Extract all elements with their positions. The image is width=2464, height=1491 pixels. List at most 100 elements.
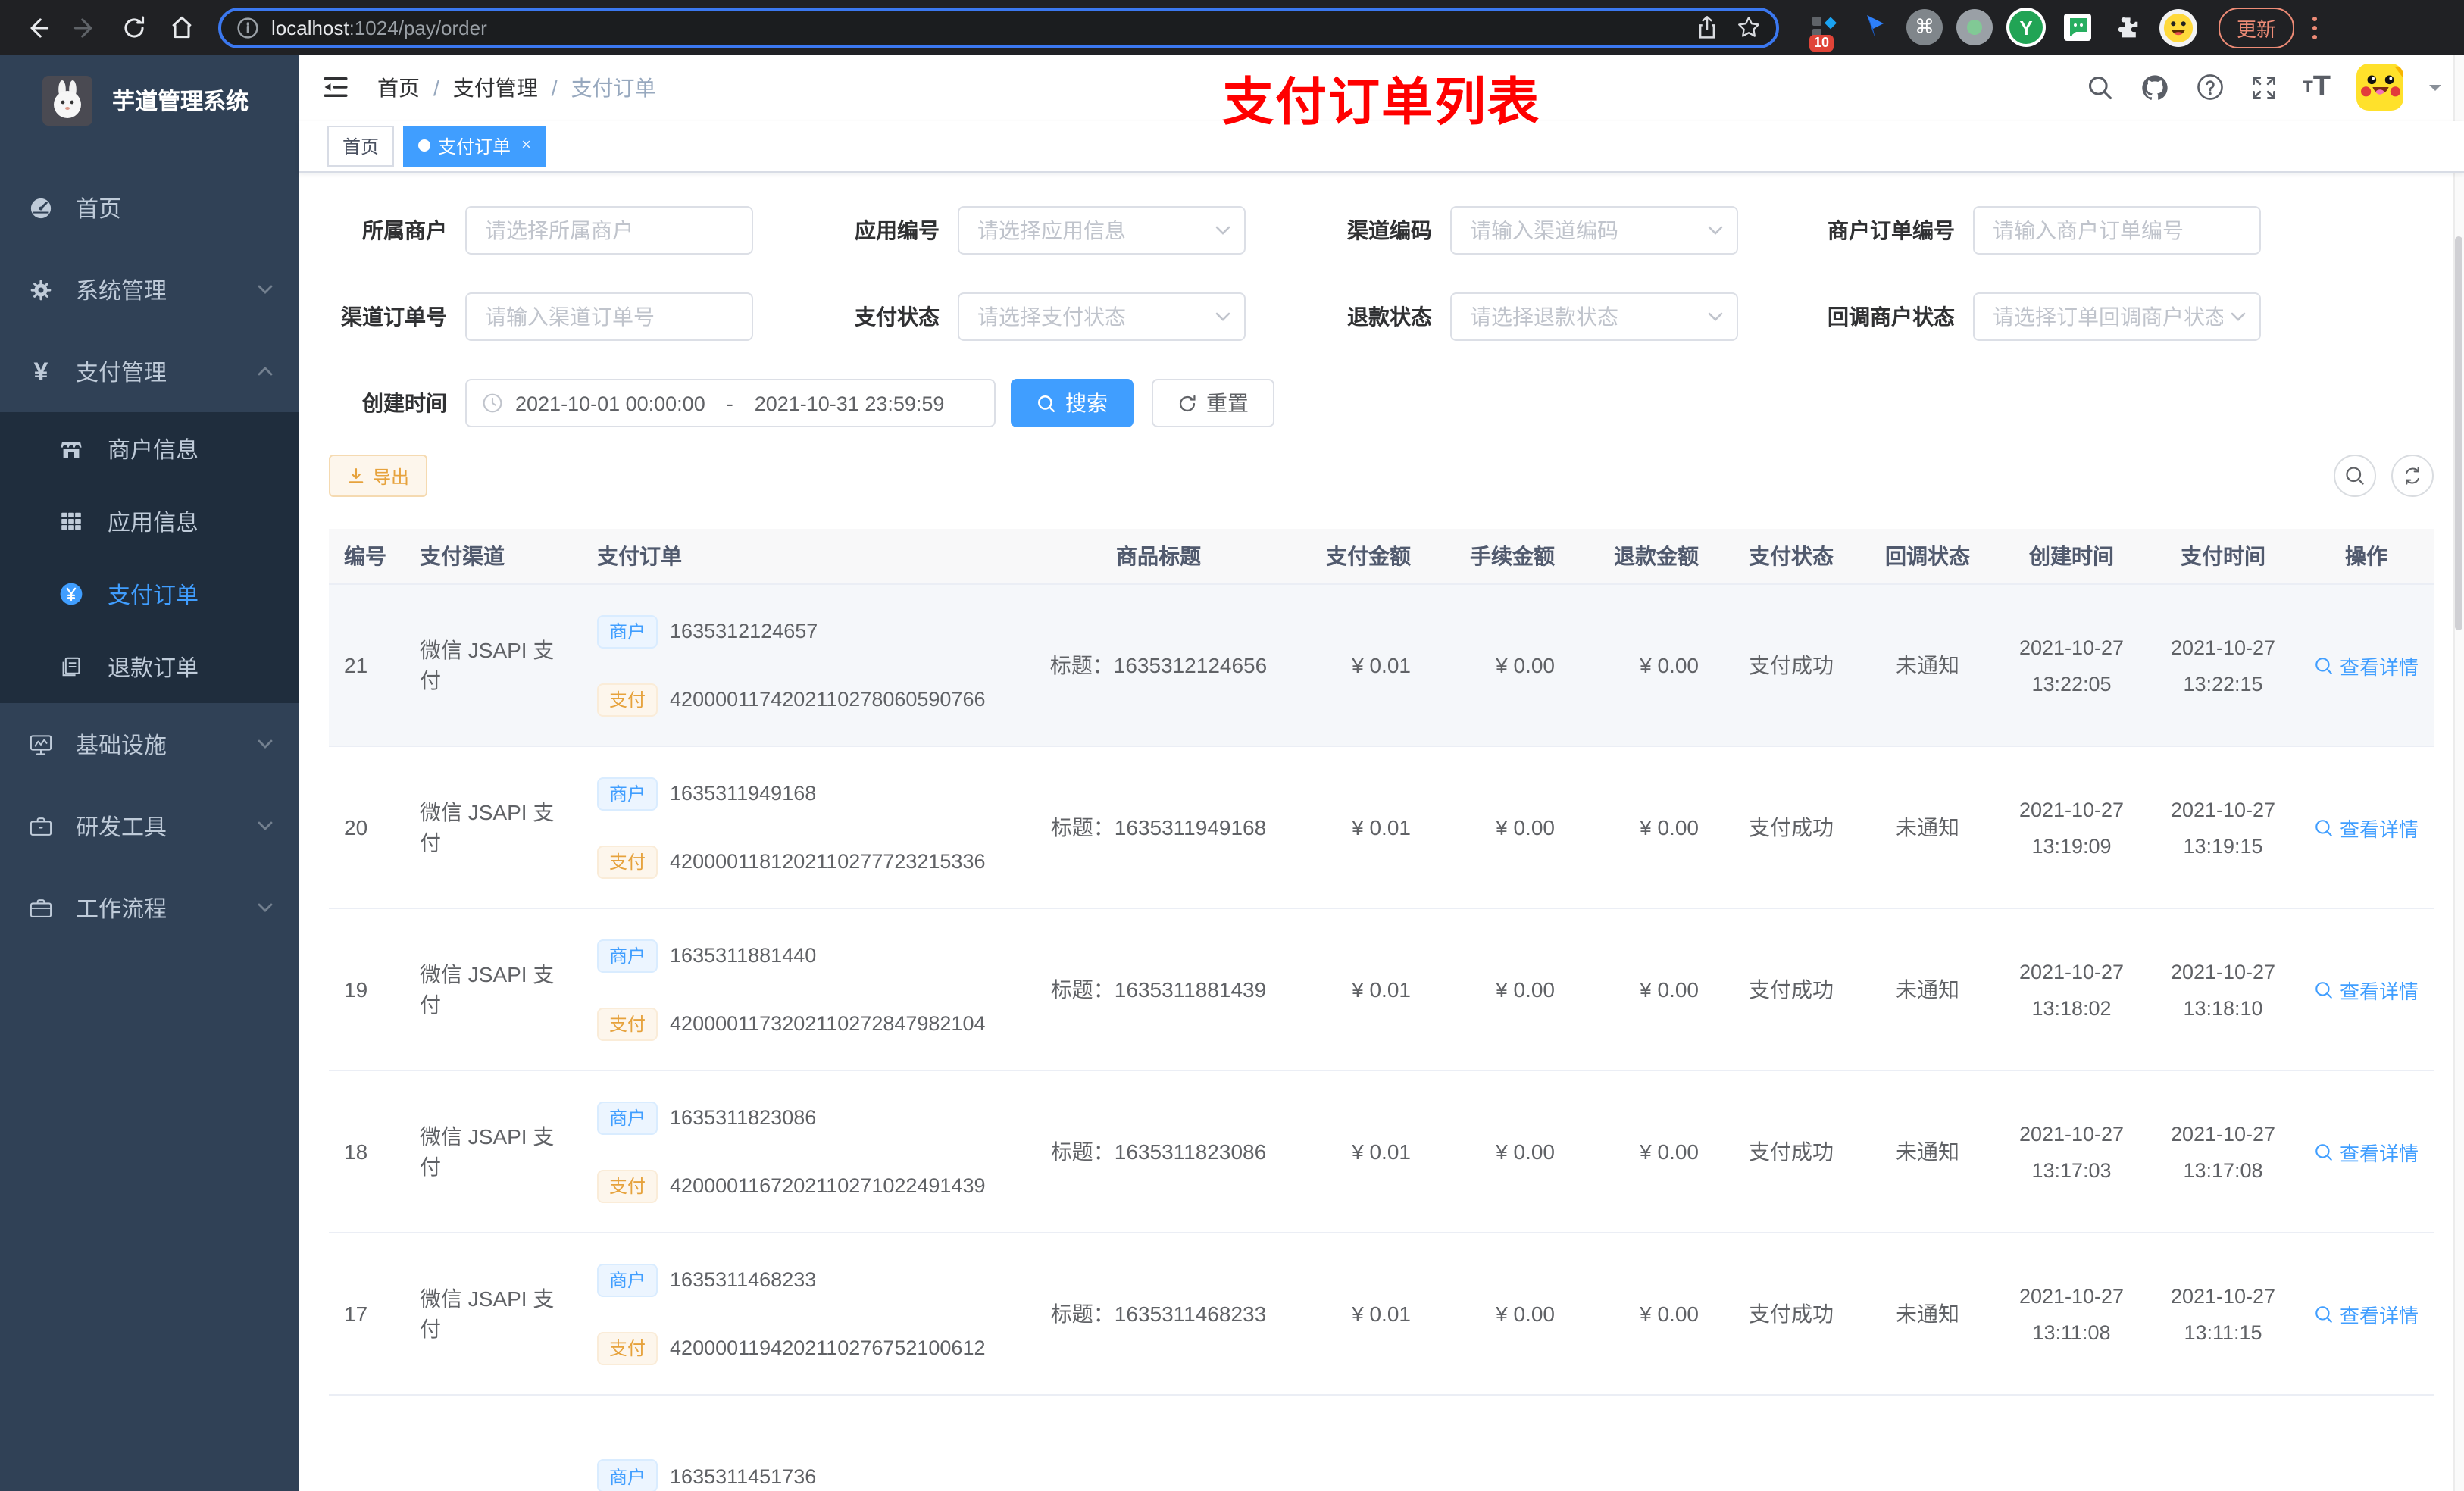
close-icon[interactable]: ×	[521, 137, 531, 155]
pay-status-cell: 支付成功	[1749, 1139, 1834, 1164]
sidebar-item-infrastructure[interactable]: 基础设施	[0, 703, 299, 785]
sidebar-item-system[interactable]: 系统管理	[0, 248, 299, 330]
merchant-tag: 商户	[597, 939, 658, 972]
app-frame: 芋道管理系统 首页 系统管理 ¥ 支付管理 商户信息 应用信息 支付订单 退款订…	[0, 55, 2464, 1491]
merchant-order-no-input[interactable]	[1973, 206, 2261, 255]
filter-row-1: 所属商户 应用编号 渠道编码 商户订单编号	[329, 206, 2434, 255]
table-row[interactable]: 商户 1635311451736	[329, 1396, 2434, 1491]
sidebar-collapse-icon[interactable]	[321, 73, 350, 102]
sidebar-item-pay-order[interactable]: 支付订单	[0, 558, 299, 630]
toggle-search-button[interactable]	[2334, 455, 2376, 497]
extension-chat-icon[interactable]	[2059, 9, 2096, 45]
user-avatar[interactable]	[2356, 64, 2403, 111]
browser-home-button[interactable]	[161, 6, 203, 48]
product-title-cell: 标题：1635311949168	[1050, 815, 1267, 839]
app-logo	[42, 75, 92, 125]
window-scrollbar[interactable]	[2453, 55, 2464, 1491]
sidebar-item-label: 首页	[76, 196, 122, 222]
sidebar-item-merchant-info[interactable]: 商户信息	[0, 412, 299, 485]
site-info-icon[interactable]	[236, 16, 259, 39]
navbar: 首页 / 支付管理 / 支付订单 支付订单列表 T T	[299, 55, 2464, 132]
table-row[interactable]: 18 微信 JSAPI 支付 商户 1635311823086 支付 4200001167…	[329, 1071, 2434, 1233]
tab-home[interactable]: 首页	[327, 125, 395, 167]
pay-order-cell: 商户 1635311881440 支付 42000011732021102728479…	[564, 939, 1026, 1040]
extension-command-icon[interactable]: ⌘	[1906, 9, 1943, 45]
pay-order-cell: 商户 1635311823086 支付 42000011672021102710224…	[564, 1101, 1026, 1202]
extensions-puzzle-icon[interactable]	[2109, 9, 2146, 45]
github-icon[interactable]	[2139, 73, 2169, 103]
payment-submenu: 商户信息 应用信息 支付订单 退款订单	[0, 412, 299, 703]
browser-back-button[interactable]	[15, 6, 58, 48]
sidebar-item-dev-tools[interactable]: 研发工具	[0, 785, 299, 867]
sidebar-item-payment[interactable]: ¥ 支付管理	[0, 330, 299, 412]
bookmark-star-icon[interactable]	[1737, 15, 1761, 39]
filter-label: 渠道订单号	[341, 305, 447, 329]
reset-button[interactable]: 重置	[1152, 379, 1274, 427]
breadcrumb-current: 支付订单	[571, 75, 656, 100]
filter-refund-status: 退款状态	[1314, 292, 1738, 341]
view-detail-link[interactable]: 查看详情	[2299, 1299, 2434, 1328]
view-detail-link[interactable]: 查看详情	[2299, 651, 2434, 680]
export-button[interactable]: 导出	[329, 455, 428, 497]
browser-forward-button[interactable]	[64, 6, 106, 48]
col-action: 操作	[2345, 544, 2387, 568]
extension-y-icon[interactable]: Y	[2006, 8, 2046, 47]
date-line: 2021-10-27	[2170, 636, 2276, 658]
date-line: 2021-10-27	[2018, 636, 2125, 658]
breadcrumb-pay-management[interactable]: 支付管理	[453, 73, 538, 103]
sidebar-menu: 首页 系统管理 ¥ 支付管理 商户信息 应用信息 支付订单 退款订单 基础设施 …	[0, 167, 299, 949]
notify-status-select[interactable]	[1973, 292, 2261, 341]
font-size-icon[interactable]: TT	[2303, 71, 2331, 105]
fullscreen-icon[interactable]	[2250, 74, 2277, 102]
extension-kite-icon[interactable]	[1856, 9, 1893, 45]
refund-status-select[interactable]	[1450, 292, 1738, 341]
table-row[interactable]: 21 微信 JSAPI 支付 商户 1635312124657 支付 4200001174…	[329, 585, 2434, 747]
pay-order-line: 支付 4200001181202110277723215336	[597, 845, 1026, 878]
date-range-picker[interactable]: 2021-10-01 00:00:00 - 2021-10-31 23:59:5…	[465, 379, 996, 427]
table-row[interactable]: 20 微信 JSAPI 支付 商户 1635311949168 支付 4200001181…	[329, 747, 2434, 909]
merchant-tag: 商户	[597, 777, 658, 810]
breadcrumb-home[interactable]: 首页	[377, 73, 420, 103]
sidebar-item-refund-order[interactable]: 退款订单	[0, 630, 299, 703]
date-start: 2021-10-01 00:00:00	[515, 392, 705, 414]
merchant-order-line: 商户 1635311949168	[597, 777, 1026, 810]
refresh-icon	[2406, 467, 2419, 485]
pay-tag: 支付	[597, 1169, 658, 1202]
view-detail-link[interactable]: 查看详情	[2299, 1137, 2434, 1166]
order-id-cell: 18	[344, 1139, 368, 1164]
app-id-select[interactable]	[958, 206, 1246, 255]
extension-tasks-icon[interactable]: 10	[1806, 9, 1843, 52]
create-time-cell: 2021-10-27 13:11:08	[1996, 1284, 2147, 1343]
filter-app-id: 应用编号	[821, 206, 1246, 255]
sidebar-item-workflow[interactable]: 工作流程	[0, 867, 299, 949]
view-detail-link[interactable]: 查看详情	[2299, 975, 2434, 1004]
scrollbar-thumb[interactable]	[2455, 236, 2462, 630]
extension-recorder-icon[interactable]	[1956, 9, 1993, 45]
help-icon[interactable]	[2195, 73, 2224, 102]
view-detail-link[interactable]: 查看详情	[2299, 813, 2434, 842]
search-button[interactable]: 搜索	[1011, 379, 1134, 427]
merchant-input[interactable]	[465, 206, 753, 255]
channel-code-select[interactable]	[1450, 206, 1738, 255]
user-menu-caret-icon[interactable]	[2429, 84, 2441, 97]
browser-reload-button[interactable]	[112, 6, 155, 48]
address-bar[interactable]: localhost:1024/pay/order	[218, 7, 1779, 48]
merchant-order-line: 商户 1635311881440	[597, 939, 1026, 972]
table-row[interactable]: 19 微信 JSAPI 支付 商户 1635311881440 支付 4200001173…	[329, 909, 2434, 1071]
pay-amount-cell: ¥ 0.01	[1352, 977, 1411, 1002]
order-number: 4200001194202110276752100612	[670, 1336, 986, 1359]
search-icon[interactable]	[2086, 74, 2113, 102]
channel-order-no-input[interactable]	[465, 292, 753, 341]
profile-emoji-avatar[interactable]	[2159, 8, 2197, 46]
sidebar-logo-row[interactable]: 芋道管理系统	[0, 55, 299, 145]
sidebar-item-app-info[interactable]: 应用信息	[0, 485, 299, 558]
tab-pay-order[interactable]: 支付订单 ×	[403, 125, 546, 167]
share-icon[interactable]	[1696, 15, 1718, 39]
sidebar-item-home[interactable]: 首页	[0, 167, 299, 248]
chrome-update-button[interactable]: 更新	[2219, 7, 2295, 48]
refresh-table-button[interactable]	[2391, 455, 2434, 497]
search-icon	[2315, 1305, 2332, 1322]
pay-status-select[interactable]	[958, 292, 1246, 341]
table-row[interactable]: 17 微信 JSAPI 支付 商户 1635311468233 支付 4200001194…	[329, 1233, 2434, 1396]
browser-menu-icon[interactable]	[2312, 16, 2318, 39]
